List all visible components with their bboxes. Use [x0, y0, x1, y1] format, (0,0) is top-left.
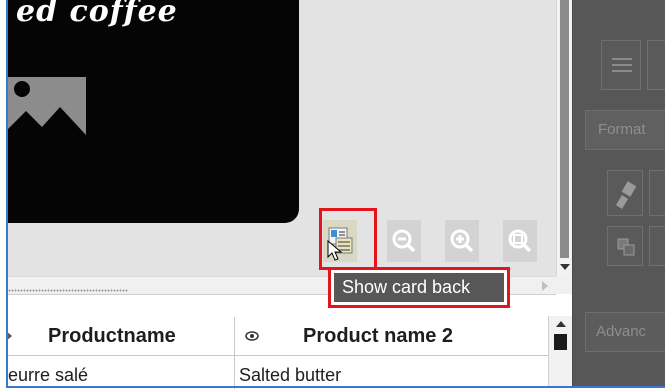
- window-border: [6, 0, 665, 388]
- app-window: ed coffee Productname Product name 2 eur…: [0, 0, 665, 391]
